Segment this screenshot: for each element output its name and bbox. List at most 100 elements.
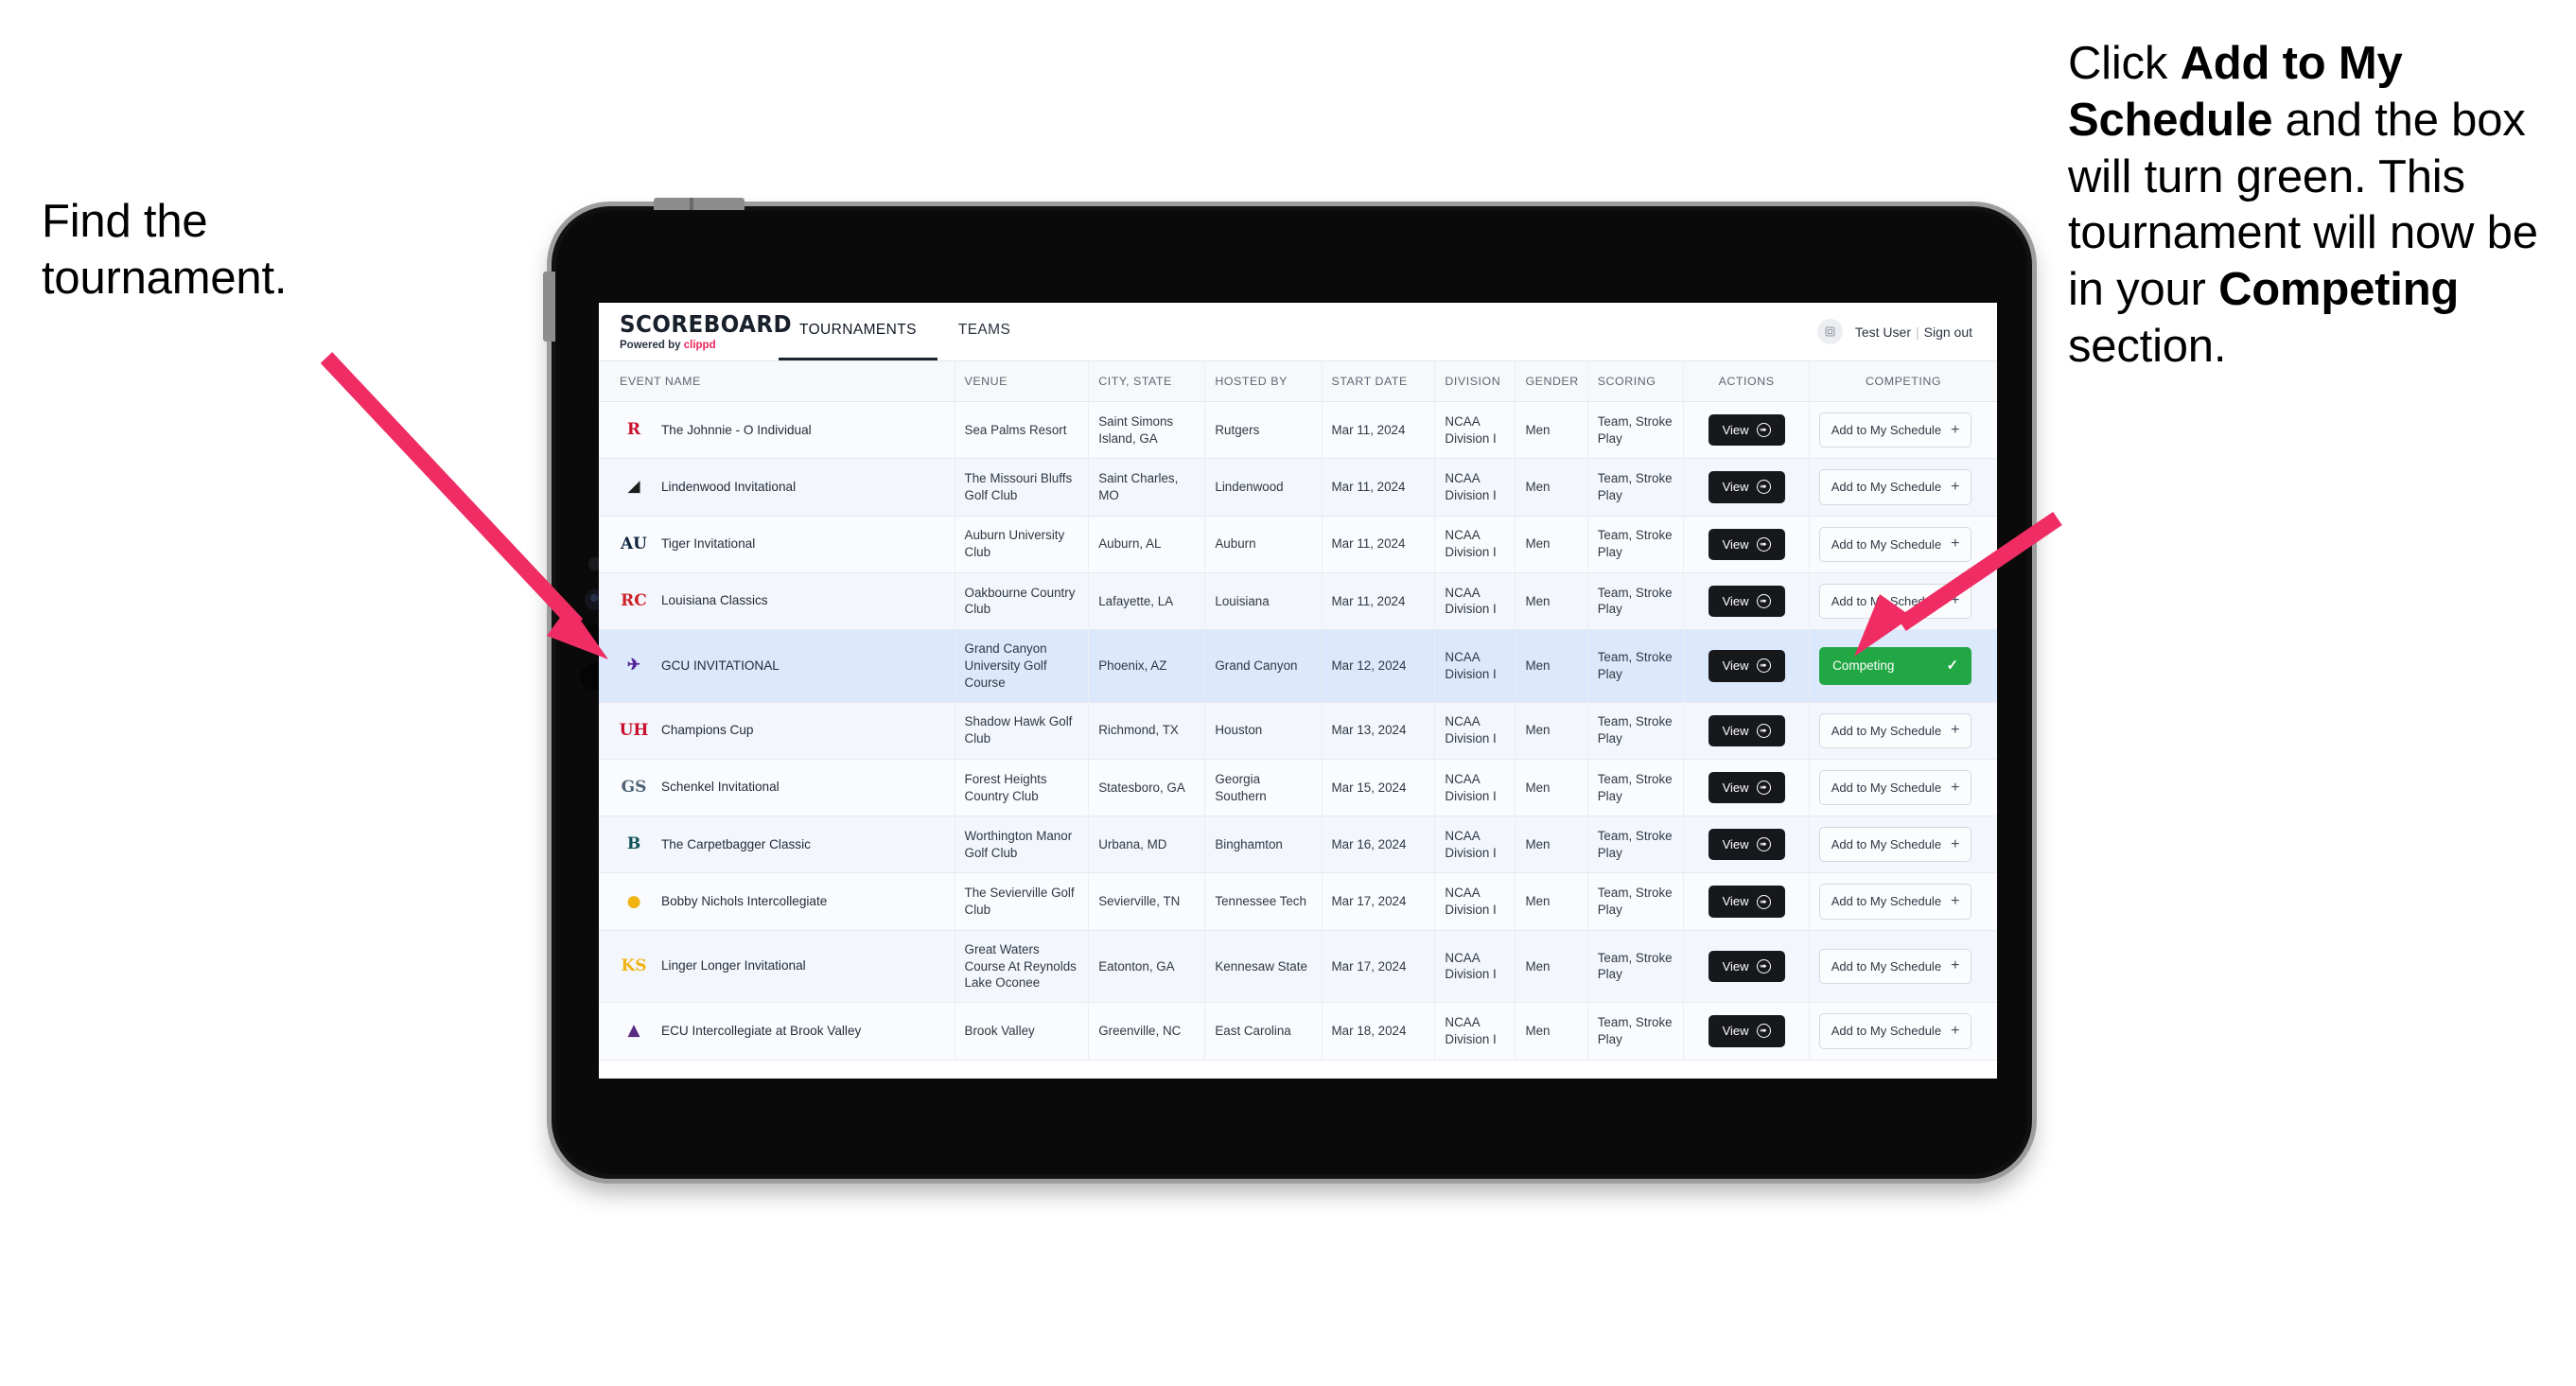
column-header-gender: GENDER — [1515, 361, 1588, 402]
cell-start-date: Mar 17, 2024 — [1322, 872, 1436, 931]
plus-icon: + — [1951, 893, 1960, 910]
cell-gender: Men — [1515, 759, 1588, 817]
arrow-right-circle-icon: ➠ — [1756, 723, 1771, 738]
add-to-my-schedule-button[interactable]: Add to My Schedule + — [1819, 1013, 1972, 1049]
cell-scoring: Team, Stroke Play — [1587, 702, 1685, 760]
user-avatar-icon[interactable] — [1816, 319, 1843, 344]
cell-division: NCAA Division I — [1434, 872, 1516, 931]
view-button[interactable]: View ➠ — [1708, 471, 1785, 503]
cell-scoring: Team, Stroke Play — [1587, 458, 1685, 517]
add-to-my-schedule-button[interactable]: Add to My Schedule + — [1819, 769, 1972, 806]
tournaments-table: EVENT NAME VENUE CITY, STATE HOSTED BY S… — [599, 361, 1997, 1061]
device-volume-buttons[interactable] — [654, 198, 745, 210]
view-button-label: View — [1722, 1024, 1749, 1039]
event-name-label: GCU INVITATIONAL — [661, 658, 780, 673]
view-button[interactable]: View ➠ — [1708, 528, 1785, 560]
column-header-venue: VENUE — [955, 361, 1090, 402]
cell-start-date: Mar 12, 2024 — [1322, 629, 1436, 703]
column-header-event-name: EVENT NAME — [599, 361, 955, 402]
sign-out-link[interactable]: Sign out — [1924, 325, 1972, 340]
cell-city-state: Phoenix, AZ — [1088, 629, 1206, 703]
add-to-my-schedule-button[interactable]: Add to My Schedule + — [1819, 412, 1972, 448]
view-button[interactable]: View ➠ — [1708, 585, 1785, 618]
table-row[interactable]: ◢ Lindenwood Invitational The Missouri Blu… — [599, 458, 1997, 517]
cell-start-date: Mar 15, 2024 — [1322, 759, 1436, 817]
add-to-my-schedule-label: Add to My Schedule — [1831, 958, 1942, 974]
table-row[interactable]: B The Carpetbagger Classic Worthington Man… — [599, 816, 1997, 874]
view-button-label: View — [1722, 894, 1749, 909]
view-button[interactable]: View ➠ — [1708, 771, 1785, 804]
view-button[interactable]: View ➠ — [1708, 829, 1785, 861]
table-header: EVENT NAME VENUE CITY, STATE HOSTED BY S… — [599, 361, 1997, 402]
plus-icon: + — [1951, 957, 1960, 974]
brand-logo[interactable]: SCOREBOARD Powered by clippd — [599, 303, 793, 360]
cell-competing: Add to My Schedule + — [1809, 572, 1997, 631]
view-button-label: View — [1722, 423, 1749, 437]
plus-icon: + — [1951, 592, 1960, 609]
cell-event-name: ● Bobby Nichols Intercollegiate — [599, 872, 955, 931]
cell-scoring: Team, Stroke Play — [1587, 759, 1685, 817]
add-to-my-schedule-label: Add to My Schedule — [1831, 593, 1942, 608]
add-to-my-schedule-button[interactable]: Add to My Schedule + — [1819, 469, 1972, 505]
cell-division: NCAA Division I — [1434, 572, 1516, 631]
event-name-label: Tiger Invitational — [661, 536, 756, 552]
competing-badge-button[interactable]: Competing ✓ — [1819, 646, 1972, 685]
table-row[interactable]: KS Linger Longer Invitational Great Waters… — [599, 930, 1997, 1004]
add-to-my-schedule-button[interactable]: Add to My Schedule + — [1819, 948, 1972, 985]
view-button[interactable]: View ➠ — [1708, 414, 1785, 447]
view-button[interactable]: View ➠ — [1708, 714, 1785, 746]
table-row[interactable]: ● Bobby Nichols Intercollegiate The Sevier… — [599, 872, 1997, 931]
cell-actions: View ➠ — [1683, 816, 1811, 874]
plus-icon: + — [1951, 535, 1960, 553]
cell-hosted-by: Lindenwood — [1204, 458, 1323, 517]
tablet-device-frame: SCOREBOARD Powered by clippd TOURNAMENTS… — [543, 198, 2032, 1179]
add-to-my-schedule-button[interactable]: Add to My Schedule + — [1819, 827, 1972, 863]
device-power-button[interactable] — [543, 272, 555, 342]
view-button-label: View — [1722, 958, 1749, 974]
cell-venue: Oakbourne Country Club — [955, 572, 1090, 631]
arrow-right-circle-icon: ➠ — [1756, 837, 1771, 852]
cell-event-name: RC Louisiana Classics — [599, 572, 955, 631]
tab-teams[interactable]: TEAMS — [938, 303, 1031, 360]
add-to-my-schedule-button[interactable]: Add to My Schedule + — [1819, 583, 1972, 620]
cell-gender: Men — [1515, 816, 1588, 874]
cell-start-date: Mar 17, 2024 — [1322, 930, 1436, 1004]
cell-city-state: Lafayette, LA — [1088, 572, 1206, 631]
competing-label: Competing — [1832, 658, 1895, 673]
table-row[interactable]: ✈ GCU INVITATIONAL Grand Canyon University… — [599, 629, 1997, 703]
brand-subtitle: Powered by clippd — [620, 340, 758, 351]
cell-city-state: Saint Charles, MO — [1088, 458, 1206, 517]
arrow-right-circle-icon: ➠ — [1756, 658, 1771, 674]
cell-city-state: Greenville, NC — [1088, 1002, 1206, 1061]
tab-tournaments[interactable]: TOURNAMENTS — [779, 303, 938, 360]
view-button-label: View — [1722, 723, 1749, 738]
table-row[interactable]: RC Louisiana Classics Oakbourne Country Cl… — [599, 572, 1997, 631]
add-to-my-schedule-button[interactable]: Add to My Schedule + — [1819, 884, 1972, 920]
cell-event-name: B The Carpetbagger Classic — [599, 816, 955, 874]
app-header: SCOREBOARD Powered by clippd TOURNAMENTS… — [599, 303, 1997, 361]
table-row[interactable]: R The Johnnie - O Individual Sea Palms Res… — [599, 401, 1997, 460]
cell-hosted-by: Houston — [1204, 702, 1323, 760]
add-to-my-schedule-button[interactable]: Add to My Schedule + — [1819, 712, 1972, 748]
cell-event-name: GS Schenkel Invitational — [599, 759, 955, 817]
view-button-label: View — [1722, 536, 1749, 552]
cell-event-name: R The Johnnie - O Individual — [599, 401, 955, 460]
table-row[interactable]: AU Tiger Invitational Auburn University Cl… — [599, 516, 1997, 573]
add-to-my-schedule-button[interactable]: Add to My Schedule + — [1819, 526, 1972, 562]
table-row[interactable]: UH Champions Cup Shadow Hawk Golf Club Rich… — [599, 702, 1997, 760]
view-button[interactable]: View ➠ — [1708, 650, 1785, 682]
user-name: Test User — [1854, 324, 1911, 340]
view-button-label: View — [1722, 593, 1749, 608]
cell-hosted-by: Grand Canyon — [1204, 629, 1323, 703]
brand-title: SCOREBOARD — [620, 310, 793, 338]
cell-hosted-by: Binghamton — [1204, 816, 1323, 874]
view-button[interactable]: View ➠ — [1708, 886, 1785, 918]
cell-gender: Men — [1515, 629, 1588, 703]
table-row[interactable]: GS Schenkel Invitational Forest Heights Co… — [599, 759, 1997, 817]
table-row[interactable]: ▲ ECU Intercollegiate at Brook Valley Broo… — [599, 1002, 1997, 1061]
cell-hosted-by: Kennesaw State — [1204, 930, 1323, 1004]
column-header-start-date: START DATE — [1322, 361, 1436, 402]
view-button[interactable]: View ➠ — [1708, 1015, 1785, 1047]
team-logo-icon: ✈ — [626, 656, 641, 675]
view-button[interactable]: View ➠ — [1708, 950, 1785, 983]
